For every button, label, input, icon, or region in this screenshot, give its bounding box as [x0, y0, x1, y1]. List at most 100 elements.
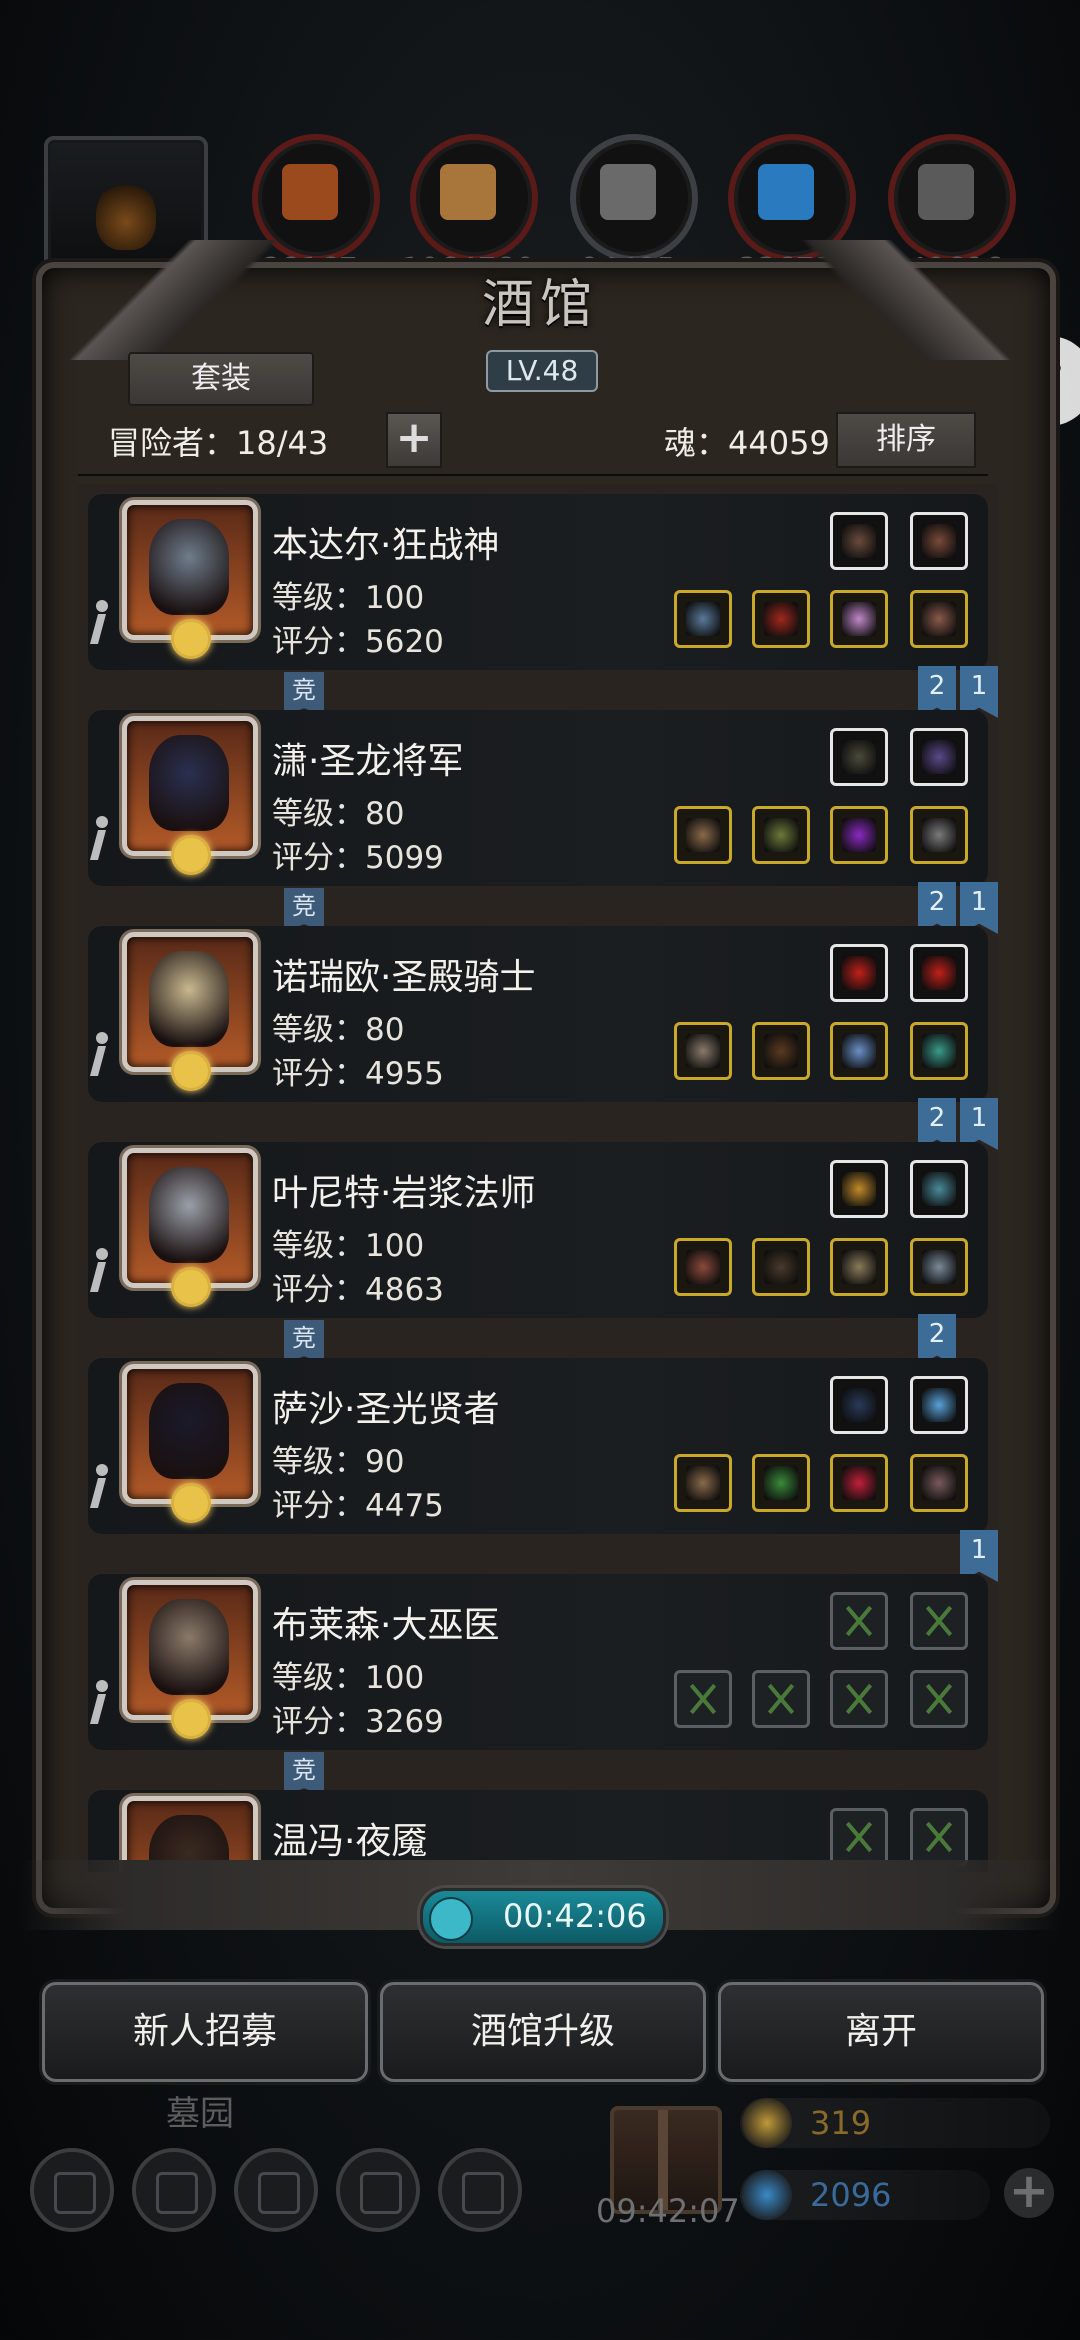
equipment-slot[interactable]: [910, 806, 968, 864]
sort-button[interactable]: 排序: [836, 412, 976, 468]
dispatch-runner-icon[interactable]: [88, 1248, 114, 1296]
moon-rank-icon: [171, 1699, 211, 1739]
equipment-slot[interactable]: [752, 1238, 810, 1296]
empty-equipment-slot[interactable]: [830, 1670, 888, 1728]
hero-card[interactable]: 潇·圣龙将军 等级：80 评分：5099: [88, 710, 988, 886]
divider: [78, 474, 988, 476]
moon-rank-icon: [171, 1051, 211, 1091]
equipment-icon: [764, 1250, 798, 1284]
equipment-slot[interactable]: [830, 944, 888, 1002]
equipment-slot[interactable]: [830, 1376, 888, 1434]
timer-text: 00:42:06: [503, 1897, 647, 1935]
refresh-timer: 00:42:06: [420, 1888, 666, 1946]
dispatch-runner-icon[interactable]: [88, 1032, 114, 1080]
equipment-slot[interactable]: [910, 728, 968, 786]
shield-icon[interactable]: [438, 2148, 522, 2232]
equipment-slot[interactable]: [830, 512, 888, 570]
equipment-slot[interactable]: [910, 1238, 968, 1296]
empty-equipment-slot[interactable]: [830, 1592, 888, 1650]
settings-icon[interactable]: [30, 2148, 114, 2232]
hero-card[interactable]: 萨沙·圣光贤者 等级：90 评分：4475: [88, 1358, 988, 1534]
hero-level: 等级：80: [272, 796, 405, 832]
equipment-icon: [842, 956, 876, 990]
dispatch-runner-icon[interactable]: [88, 600, 114, 648]
equipment-slot[interactable]: [910, 1022, 968, 1080]
equipment-slot[interactable]: [910, 1160, 968, 1218]
empty-equipment-slot[interactable]: [830, 1808, 888, 1866]
hero-card[interactable]: 诺瑞欧·圣殿骑士 等级：80 评分：4955: [88, 926, 988, 1102]
equipment-slot[interactable]: [674, 806, 732, 864]
leave-button[interactable]: 离开: [718, 1982, 1044, 2082]
expand-capacity-button[interactable]: +: [386, 412, 442, 468]
equipment-slot[interactable]: [830, 1454, 888, 1512]
equipment-icon: [686, 818, 720, 852]
recruit-button[interactable]: 新人招募: [42, 1982, 368, 2082]
equipment-slot[interactable]: [910, 944, 968, 1002]
equipment-slot[interactable]: [674, 1238, 732, 1296]
tavern-level-badge: LV.48: [486, 350, 598, 392]
tower-icon[interactable]: [234, 2148, 318, 2232]
gift-timer: 09:42:07: [596, 2192, 740, 2230]
equipment-slot[interactable]: [830, 806, 888, 864]
empty-equipment-slot[interactable]: [910, 1808, 968, 1866]
equipment-slot[interactable]: [910, 590, 968, 648]
equipment-slot[interactable]: [752, 806, 810, 864]
upgrade-tavern-button[interactable]: 酒馆升级: [380, 1982, 706, 2082]
equipment-slot[interactable]: [910, 1454, 968, 1512]
gem-currency: 2096: [740, 2170, 990, 2220]
empty-slot-icon: [923, 1821, 955, 1853]
hero-name: 本达尔·狂战神: [272, 525, 500, 566]
hero-card[interactable]: 叶尼特·岩浆法师 等级：100 评分：4863: [88, 1142, 988, 1318]
dispatch-runner-icon[interactable]: [88, 816, 114, 864]
equipment-slot[interactable]: [752, 590, 810, 648]
equipment-icon: [842, 1466, 876, 1500]
hero-list[interactable]: 本达尔·狂战神 等级：100 评分：5620 竞 2 1 潇·圣龙将军 等级：80 评分：509…: [78, 484, 998, 1872]
hero-avatar[interactable]: [122, 932, 258, 1091]
hero-avatar[interactable]: [122, 716, 258, 875]
empty-equipment-slot[interactable]: [752, 1670, 810, 1728]
equipment-slot[interactable]: [830, 1022, 888, 1080]
equipment-icon: [922, 956, 956, 990]
suit-button[interactable]: 套装: [128, 352, 314, 406]
equipment-slot[interactable]: [752, 1454, 810, 1512]
resource-icon[interactable]: [410, 134, 538, 262]
dispatch-runner-icon[interactable]: [88, 1680, 114, 1728]
equipment-icon: [842, 1388, 876, 1422]
equipment-icon: [842, 1172, 876, 1206]
resource-icon[interactable]: [570, 134, 698, 262]
hero-portrait-image: [149, 1383, 229, 1479]
equipment-slot[interactable]: [674, 1454, 732, 1512]
empty-slot-icon: [843, 1605, 875, 1637]
soul-count: 魂：44059: [664, 424, 830, 462]
equipment-slot[interactable]: [830, 1160, 888, 1218]
hero-avatar[interactable]: [122, 1580, 258, 1739]
add-currency-button[interactable]: +: [1004, 2167, 1054, 2218]
panel-ornament-left: [20, 240, 320, 360]
equipment-slot[interactable]: [910, 512, 968, 570]
hero-avatar[interactable]: [122, 500, 258, 659]
empty-equipment-slot[interactable]: [910, 1670, 968, 1728]
hero-avatar[interactable]: [122, 1364, 258, 1523]
equipment-slot[interactable]: [752, 1022, 810, 1080]
hero-name: 布莱森·大巫医: [272, 1605, 500, 1646]
hero-card[interactable]: 布莱森·大巫医 等级：100 评分：3269: [88, 1574, 988, 1750]
dispatch-runner-icon[interactable]: [88, 1464, 114, 1512]
equipment-icon: [842, 602, 876, 636]
empty-equipment-slot[interactable]: [674, 1670, 732, 1728]
equipment-slot[interactable]: [674, 590, 732, 648]
hero-card[interactable]: 本达尔·狂战神 等级：100 评分：5620: [88, 494, 988, 670]
equipment-slot[interactable]: [830, 728, 888, 786]
hero-avatar[interactable]: [122, 1148, 258, 1307]
empty-slot-icon: [765, 1683, 797, 1715]
equipment-slot[interactable]: [830, 1238, 888, 1296]
equipment-slot[interactable]: [830, 590, 888, 648]
equipment-slot[interactable]: [910, 1376, 968, 1434]
empty-slot-icon: [923, 1683, 955, 1715]
equipment-icon: [842, 1034, 876, 1068]
hero-name: 温冯·夜魇: [272, 1821, 428, 1862]
guild-icon[interactable]: [132, 2148, 216, 2232]
mail-icon[interactable]: [336, 2148, 420, 2232]
empty-equipment-slot[interactable]: [910, 1592, 968, 1650]
equipment-slot[interactable]: [674, 1022, 732, 1080]
equipment-icon: [842, 818, 876, 852]
